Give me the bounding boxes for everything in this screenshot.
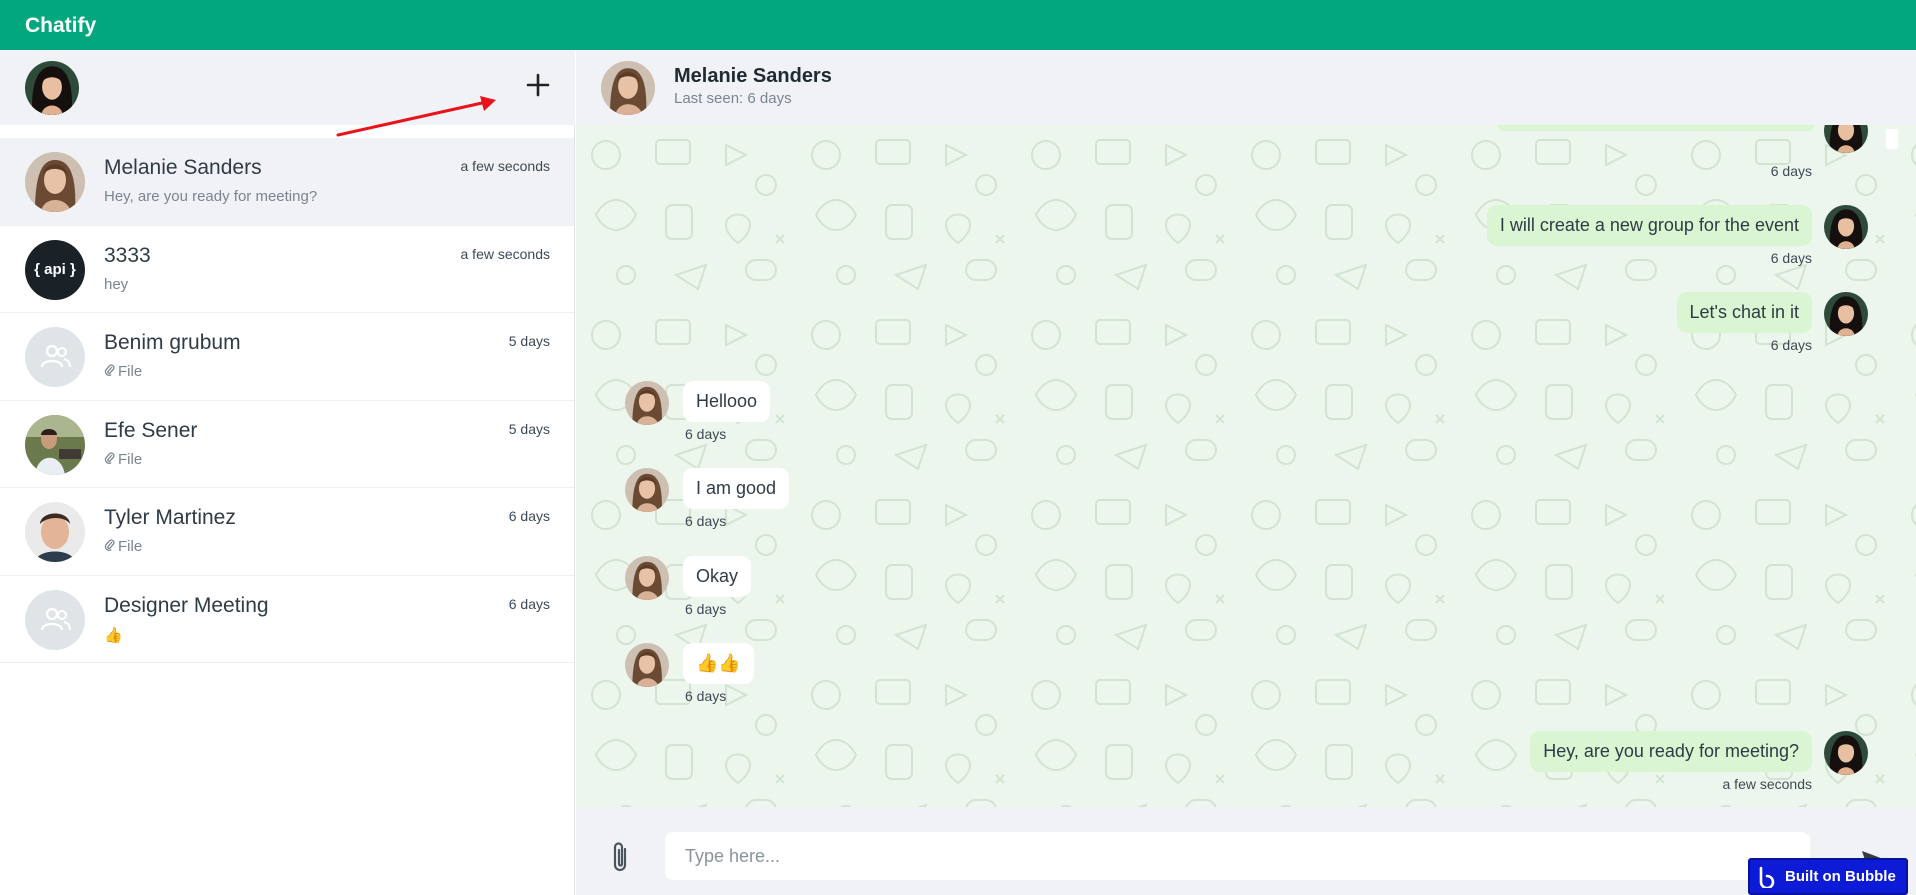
message-bubble: 👍👍 bbox=[683, 643, 754, 684]
paperclip-icon bbox=[104, 539, 115, 551]
paperclip-icon bbox=[104, 451, 115, 464]
message-in: I am good 6 days bbox=[625, 468, 1225, 538]
chat-time: a few seconds bbox=[460, 158, 551, 174]
app-header: Chatify bbox=[0, 0, 1916, 50]
chat-name: Designer Meeting bbox=[104, 593, 269, 617]
chat-item-3333[interactable]: { api } 3333 a few seconds hey bbox=[0, 226, 574, 313]
message-in: Hellooo 6 days bbox=[625, 381, 1225, 451]
chat-preview: 👍 bbox=[104, 626, 123, 644]
message-time: 6 days bbox=[685, 426, 727, 442]
chat-time: 5 days bbox=[508, 333, 550, 349]
message-bubble bbox=[1496, 125, 1816, 131]
message-area[interactable]: 6 days I will create a new group for the… bbox=[576, 125, 1916, 807]
message-bubble: Hey, are you ready for meeting? bbox=[1530, 731, 1812, 772]
chat-time: a few seconds bbox=[460, 245, 551, 262]
chat-item-efe-sener[interactable]: Efe Sener 5 days File bbox=[0, 401, 574, 488]
message-out: Hey, are you ready for meeting? a few se… bbox=[576, 731, 1916, 801]
chat-name: Melanie Sanders bbox=[104, 156, 262, 179]
avatar bbox=[625, 556, 669, 600]
preview-text: File bbox=[118, 450, 143, 468]
chat-preview: hey bbox=[104, 275, 129, 293]
contact-status: Last seen: 6 days bbox=[674, 90, 792, 107]
group-icon bbox=[25, 589, 85, 650]
plus-icon bbox=[526, 73, 550, 97]
avatar bbox=[25, 502, 85, 562]
bubble-logo-icon bbox=[1759, 866, 1775, 888]
message-input[interactable] bbox=[665, 832, 1810, 880]
chat-header: Melanie Sanders Last seen: 6 days bbox=[576, 50, 1916, 125]
message-bubble: Okay bbox=[683, 556, 752, 597]
paperclip-icon bbox=[613, 842, 627, 872]
avatar bbox=[1824, 292, 1868, 336]
message-time: 6 days bbox=[685, 688, 727, 704]
contact-name: Melanie Sanders bbox=[674, 65, 832, 87]
chat-item-tyler-martinez[interactable]: Tyler Martinez 6 days File bbox=[0, 488, 574, 576]
avatar bbox=[625, 468, 669, 512]
chat-preview: Hey, are you ready for meeting? bbox=[104, 188, 318, 205]
chat-time: 6 days bbox=[508, 595, 550, 612]
chat-preview: File bbox=[104, 451, 142, 468]
message-composer bbox=[576, 807, 1916, 895]
message-in: 👍👍 6 days bbox=[625, 643, 1225, 713]
avatar bbox=[25, 415, 85, 475]
chat-time: 6 days bbox=[508, 508, 550, 524]
message-time: 6 days bbox=[685, 601, 727, 617]
message-bubble: Let's chat in it bbox=[1676, 292, 1812, 333]
message-out: Let's chat in it 6 days bbox=[576, 292, 1916, 362]
api-logo-avatar: { api } bbox=[25, 239, 85, 300]
avatar bbox=[1824, 205, 1868, 249]
attach-button[interactable] bbox=[606, 839, 634, 875]
message-time: 6 days bbox=[1770, 250, 1812, 266]
sidebar: Melanie Sanders a few seconds Hey, are y… bbox=[0, 50, 575, 895]
chat-name: Tyler Martinez bbox=[104, 506, 236, 529]
chat-preview: File bbox=[104, 363, 142, 380]
avatar bbox=[1824, 731, 1868, 775]
preview-text: File bbox=[118, 538, 143, 555]
message-out: I will create a new group for the event … bbox=[576, 205, 1916, 275]
chat-name: Efe Sener bbox=[104, 418, 198, 442]
message-in: Okay 6 days bbox=[625, 556, 1225, 626]
chat-item-benim-grubum[interactable]: Benim grubum 5 days File bbox=[0, 313, 574, 401]
app-title: Chatify bbox=[25, 14, 97, 37]
group-icon bbox=[25, 327, 85, 387]
chat-item-melanie-sanders[interactable]: Melanie Sanders a few seconds Hey, are y… bbox=[0, 138, 574, 226]
avatar bbox=[625, 381, 669, 425]
built-on-bubble-badge[interactable]: Built on Bubble bbox=[1748, 858, 1908, 895]
chat-list: Melanie Sanders a few seconds Hey, are y… bbox=[0, 138, 574, 663]
avatar bbox=[625, 643, 669, 687]
paperclip-icon bbox=[104, 364, 115, 376]
annotation-arrow-icon bbox=[336, 96, 496, 137]
message-bubble: I will create a new group for the event bbox=[1486, 205, 1812, 246]
avatar-text: { api } bbox=[34, 261, 76, 278]
message-time: a few seconds bbox=[1722, 776, 1813, 792]
badge-label: Built on Bubble bbox=[1785, 868, 1896, 885]
chat-name: 3333 bbox=[104, 243, 151, 267]
message-out: 6 days bbox=[576, 125, 1916, 185]
message-bubble: Hellooo bbox=[683, 381, 771, 422]
avatar bbox=[25, 152, 85, 212]
chat-item-designer-meeting[interactable]: Designer Meeting 6 days 👍 bbox=[0, 576, 574, 663]
message-time: 6 days bbox=[1770, 163, 1812, 179]
contact-avatar[interactable] bbox=[601, 61, 655, 115]
message-bubble: I am good bbox=[683, 468, 790, 509]
chat-name: Benim grubum bbox=[104, 331, 241, 354]
my-avatar[interactable] bbox=[25, 61, 79, 115]
message-time: 6 days bbox=[685, 513, 727, 529]
preview-text: File bbox=[118, 363, 143, 380]
chat-time: 5 days bbox=[508, 420, 550, 437]
chat-preview: File bbox=[104, 538, 142, 555]
avatar bbox=[1824, 125, 1868, 153]
message-time: 6 days bbox=[1770, 337, 1812, 353]
new-chat-button[interactable] bbox=[521, 68, 555, 102]
